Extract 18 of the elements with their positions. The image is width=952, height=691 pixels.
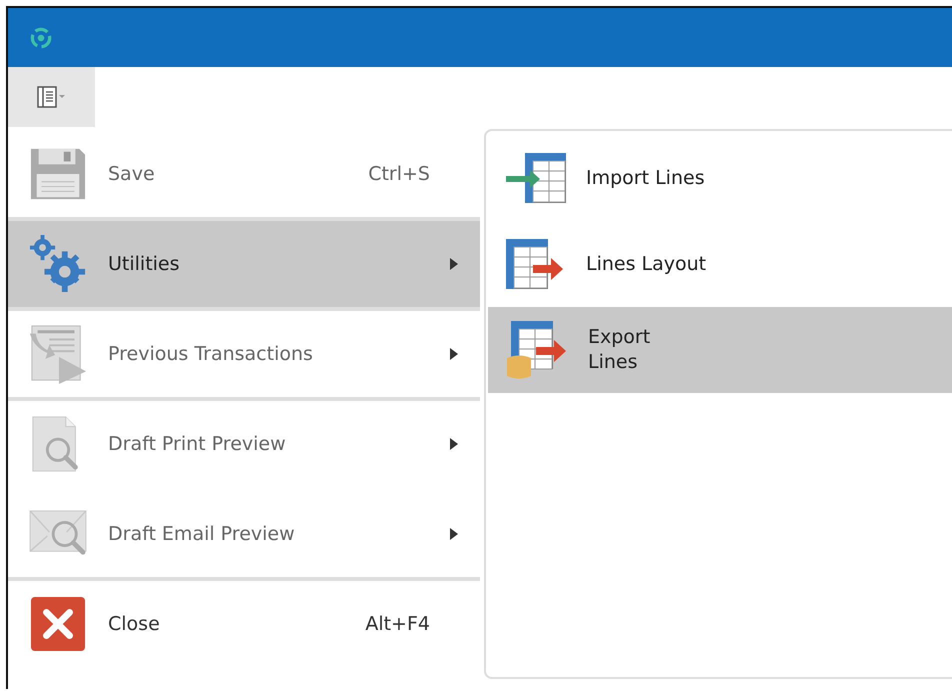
close-icon xyxy=(30,596,86,652)
submenu-arrow-icon xyxy=(450,528,458,540)
menu-button[interactable] xyxy=(8,67,95,127)
submenu-item[interactable]: Lines Layout xyxy=(486,221,952,307)
transactions-icon xyxy=(28,324,88,384)
menu-item[interactable]: Utilities xyxy=(8,217,480,307)
shortcut-label: Ctrl+S xyxy=(368,163,430,185)
submenu-item[interactable]: Import Lines xyxy=(486,135,952,221)
table-import-icon xyxy=(505,152,567,204)
shortcut-label: Alt+F4 xyxy=(365,613,430,635)
submenu-arrow-icon xyxy=(450,348,458,360)
menu-icon xyxy=(36,86,66,108)
app-logo-icon xyxy=(28,24,54,50)
gears-icon xyxy=(29,235,87,293)
submenu-item[interactable]: Export Lines xyxy=(488,307,952,393)
menu-item[interactable]: Close Alt+F4 xyxy=(8,577,480,667)
submenu-arrow-icon xyxy=(450,258,458,270)
submenu-arrow-icon xyxy=(450,438,458,450)
